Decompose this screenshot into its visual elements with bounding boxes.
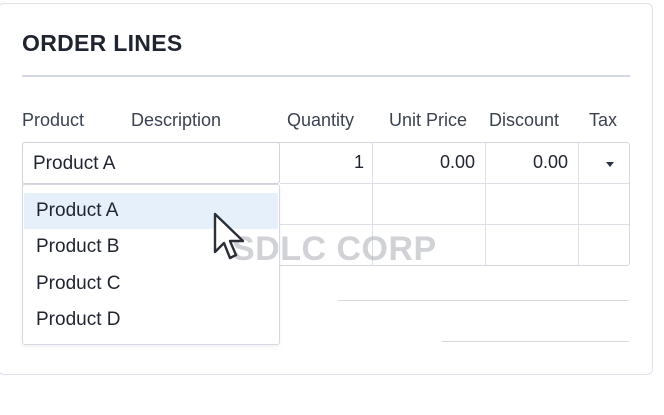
column-header-product: Product	[22, 110, 85, 130]
section-title: ORDER LINES	[22, 30, 183, 56]
watermark: SDLC CORP	[232, 230, 437, 268]
column-header-tax: Tax	[589, 110, 618, 130]
product-select-value: Product A	[33, 153, 116, 174]
empty-cell[interactable]	[486, 184, 578, 224]
product-select[interactable]: Product A	[22, 142, 280, 184]
column-header-discount: Discount	[489, 110, 560, 130]
empty-cell[interactable]	[373, 184, 485, 224]
dropdown-option-product-d[interactable]: Product D	[24, 302, 278, 338]
empty-cell[interactable]	[280, 184, 372, 224]
column-header-quantity: Quantity	[287, 110, 355, 130]
totals-divider	[338, 300, 629, 301]
totals-divider	[442, 341, 629, 342]
caret-down-icon[interactable]	[606, 162, 614, 167]
discount-cell[interactable]: 0.00	[486, 152, 568, 173]
unit-price-cell[interactable]: 0.00	[374, 152, 475, 173]
quantity-cell[interactable]: 1	[280, 152, 364, 173]
title-divider	[22, 75, 630, 77]
column-header-unit-price: Unit Price	[389, 110, 468, 130]
row-divider	[280, 224, 629, 225]
dropdown-option-product-c[interactable]: Product C	[24, 266, 278, 302]
empty-cell[interactable]	[579, 184, 629, 224]
mouse-pointer-icon	[213, 212, 245, 260]
column-header-description: Description	[131, 110, 222, 130]
